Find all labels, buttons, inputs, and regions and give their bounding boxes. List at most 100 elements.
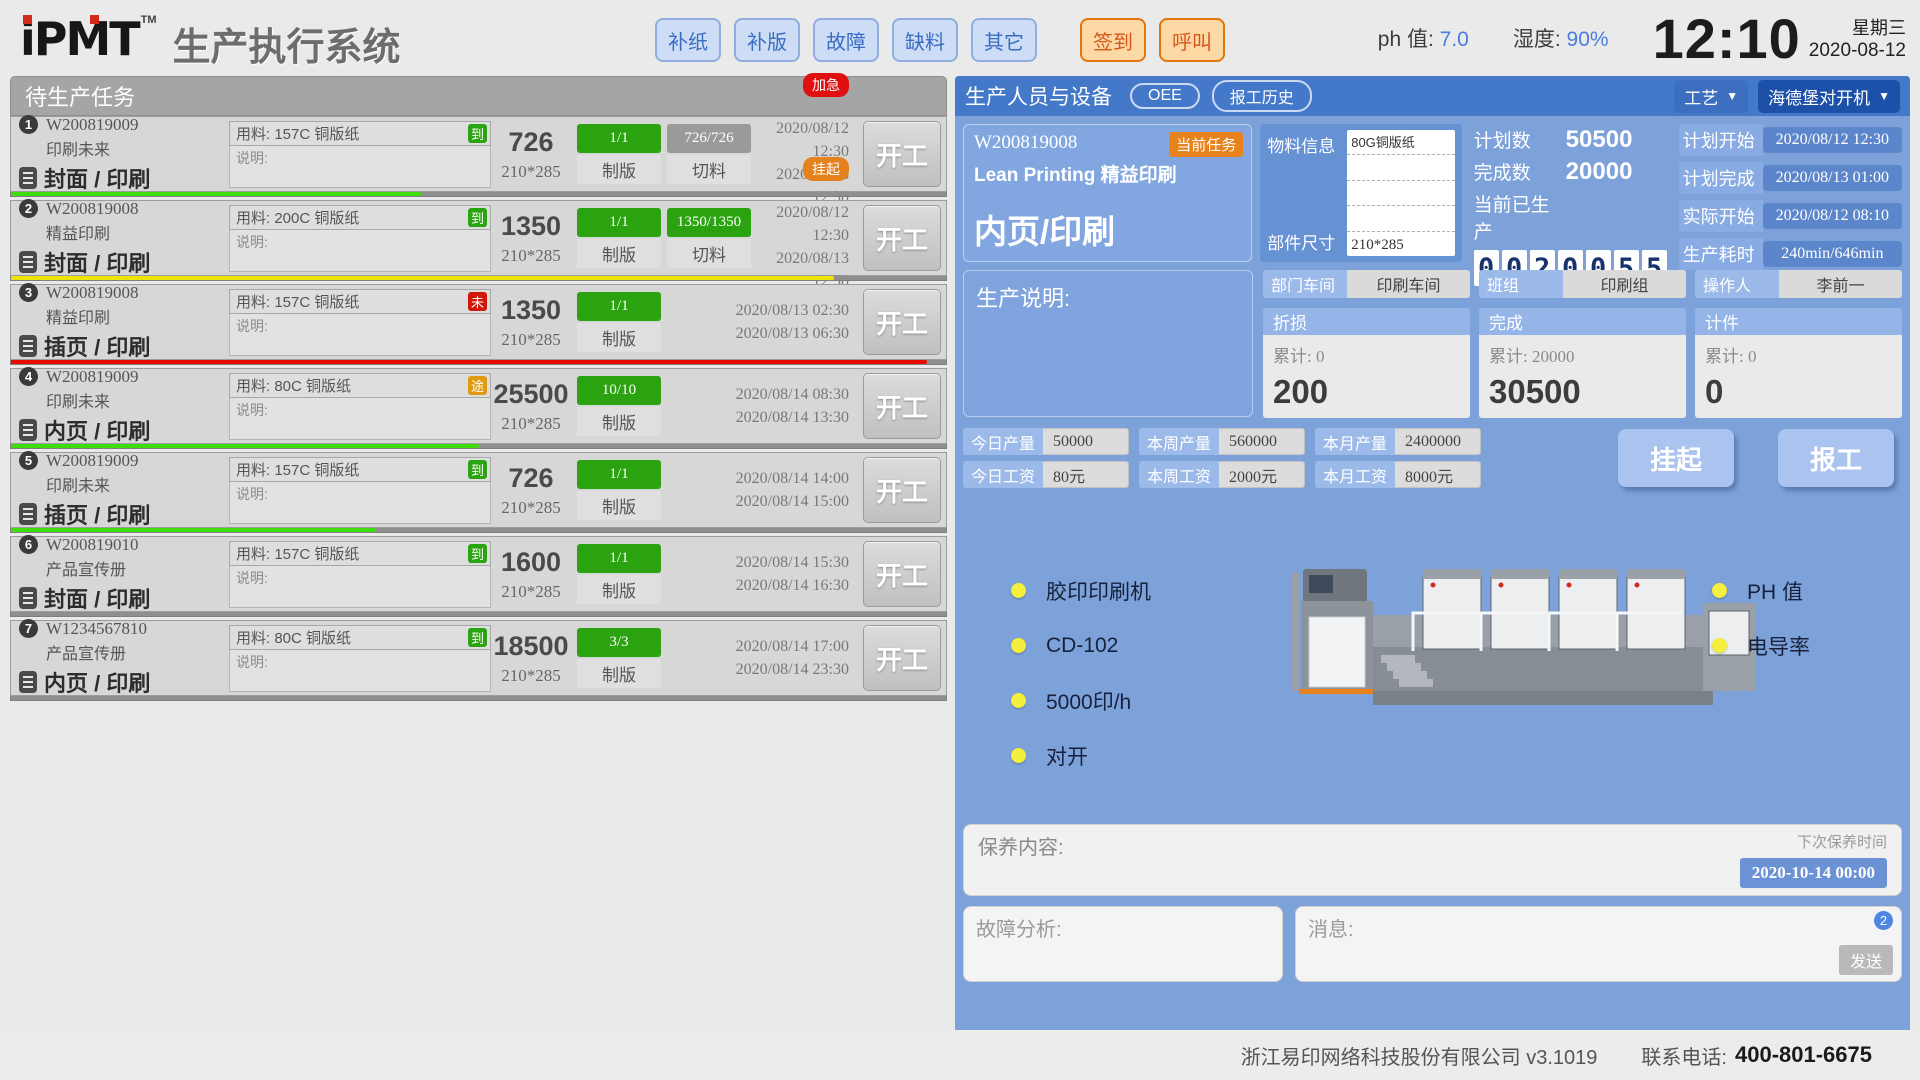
process-dropdown[interactable]: 工艺 ▼ — [1674, 80, 1748, 113]
contact-phone-label: 联系电话: — [1641, 1041, 1727, 1070]
piecework-value: 0 — [1705, 373, 1892, 411]
task-material-block: 用料: 157C 铜版纸 到 说明: — [229, 121, 491, 188]
task-identity: 7 W1234567810 产品宣传册 内页 / 印刷 — [11, 619, 229, 698]
production-note-box[interactable]: 生产说明: — [963, 270, 1253, 417]
department-value: 印刷车间 — [1347, 270, 1470, 298]
plan-start-label: 计划开始 — [1679, 124, 1763, 156]
start-work-button[interactable]: 开工 — [863, 289, 941, 355]
sign-in-button[interactable]: 签到 — [1080, 18, 1146, 62]
bullet-dot-icon — [1011, 693, 1026, 708]
plate-label: 制版 — [577, 407, 661, 436]
progress-fill — [11, 192, 422, 196]
bullet-dot-icon — [1011, 583, 1026, 598]
fault-analysis-box[interactable]: 故障分析: — [963, 906, 1283, 982]
task-product: 精益印刷 — [46, 304, 229, 328]
task-size: 210*285 — [491, 666, 571, 686]
task-material-block: 用料: 157C 铜版纸 到 说明: — [229, 541, 491, 608]
task-dates-block: 2020/08/14 08:30 2020/08/14 13:30 — [661, 383, 859, 429]
task-material-block: 用料: 157C 铜版纸 到 说明: — [229, 457, 491, 524]
task-order: W200819010 — [46, 535, 139, 555]
oee-button[interactable]: OEE — [1130, 83, 1200, 109]
task-material: 用料: 157C 铜版纸 — [236, 459, 468, 480]
conductivity-metric: 电导率 — [1747, 631, 1810, 661]
plate-count: 1/1 — [577, 460, 661, 489]
humidity-indicator: 湿度: 90% — [1513, 23, 1609, 53]
call-button[interactable]: 呼叫 — [1159, 18, 1225, 62]
plate-count: 3/3 — [577, 628, 661, 657]
elapsed-label: 生产耗时 — [1679, 238, 1763, 270]
document-icon — [19, 167, 37, 189]
cut-count: 1350/1350 — [667, 208, 751, 237]
paper-refill-button[interactable]: 补纸 — [655, 18, 721, 62]
plan-qty-value: 50500 — [1566, 126, 1633, 154]
material-shortage-button[interactable]: 缺料 — [892, 18, 958, 62]
current-task-name: Lean Printing 精益印刷 — [974, 160, 1241, 187]
start-work-button[interactable]: 开工 — [863, 541, 941, 607]
machine-speed: 5000印/h — [1046, 686, 1131, 716]
report-work-button[interactable]: 报工 — [1778, 429, 1894, 487]
other-button[interactable]: 其它 — [971, 18, 1037, 62]
clock: 12:10 — [1653, 6, 1801, 71]
logo-text: iPMT — [20, 12, 139, 66]
plate-refill-button[interactable]: 补版 — [734, 18, 800, 62]
material-info-panel: 物料信息 部件尺寸 80G铜版纸 210*285 — [1260, 124, 1461, 262]
task-part: 内页 / 印刷 — [44, 414, 150, 446]
start-work-button[interactable]: 开工 — [863, 457, 941, 523]
waste-card-title: 折损 — [1263, 308, 1470, 335]
task-row[interactable]: 6 W200819010 产品宣传册 封面 / 印刷 用料: 157C 铜版纸 … — [10, 536, 947, 612]
task-material: 用料: 157C 铜版纸 — [236, 123, 468, 144]
task-part: 封面 / 印刷 — [44, 582, 150, 614]
suspend-button[interactable]: 挂起 — [1618, 429, 1734, 487]
process-dropdown-label: 工艺 — [1684, 84, 1718, 109]
priority-badge: 加急 — [803, 73, 849, 97]
task-progress-track — [10, 276, 947, 281]
task-qty: 25500 — [491, 379, 571, 410]
department-label: 部门车间 — [1263, 270, 1347, 298]
plate-label: 制版 — [577, 239, 661, 268]
today-wage: 今日工资 80元 — [963, 461, 1129, 488]
actual-start-value: 2020/08/12 08:10 — [1763, 203, 1902, 229]
task-number-badge: 5 — [19, 451, 38, 470]
task-row[interactable]: 2 W200819008 精益印刷 封面 / 印刷 用料: 200C 铜版纸 到… — [10, 200, 947, 276]
start-work-button[interactable]: 开工 — [863, 373, 941, 439]
work-report-history-button[interactable]: 报工历史 — [1212, 80, 1312, 112]
machine-spec-list: 胶印印刷机 CD-102 5000印/h 对开 — [1011, 563, 1151, 783]
message-box[interactable]: 消息: 2 发送 — [1295, 906, 1902, 982]
material-field: 用料: 80C 铜版纸 到 — [229, 625, 491, 650]
task-row[interactable]: 1 W200819009 印刷未来 封面 / 印刷 用料: 157C 铜版纸 到… — [10, 116, 947, 192]
current-task-card[interactable]: W200819008 当前任务 Lean Printing 精益印刷 内页/印刷 — [963, 124, 1252, 262]
plate-count: 1/1 — [577, 292, 661, 321]
task-row[interactable]: 4 W200819009 印刷未来 内页 / 印刷 用料: 80C 铜版纸 途 … — [10, 368, 947, 444]
operator-field: 操作人 李前一 — [1695, 270, 1902, 298]
start-work-button[interactable]: 开工 — [863, 121, 941, 187]
task-material: 用料: 157C 铜版纸 — [236, 291, 468, 312]
task-row[interactable]: 3 W200819008 精益印刷 插页 / 印刷 用料: 157C 铜版纸 未… — [10, 284, 947, 360]
fault-button[interactable]: 故障 — [813, 18, 879, 62]
task-order: W200819008 — [46, 199, 139, 219]
task-start-date: 2020/08/12 12:30 — [751, 201, 849, 247]
task-quantity-block: 25500 210*285 — [491, 379, 571, 434]
machine-dropdown[interactable]: 海德堡对开机 ▼ — [1758, 80, 1900, 113]
task-row[interactable]: 7 W1234567810 产品宣传册 内页 / 印刷 用料: 80C 铜版纸 … — [10, 620, 947, 696]
today-output: 今日产量 50000 — [963, 428, 1129, 455]
task-row[interactable]: 5 W200819009 印刷未来 插页 / 印刷 用料: 157C 铜版纸 到… — [10, 452, 947, 528]
part-size-label: 部件尺寸 — [1267, 229, 1341, 254]
production-panel-title: 生产人员与设备 — [965, 81, 1112, 111]
next-maintenance-time[interactable]: 2020-10-14 00:00 — [1740, 858, 1887, 888]
task-start-date: 2020/08/14 17:00 — [661, 635, 849, 658]
start-work-button[interactable]: 开工 — [863, 205, 941, 271]
material-info-label: 物料信息 — [1267, 132, 1341, 157]
task-note-label: 说明: — [229, 482, 491, 524]
current-produced-label: 当前已生产 — [1474, 190, 1566, 244]
document-icon — [19, 671, 37, 693]
task-identity: 1 W200819009 印刷未来 封面 / 印刷 — [11, 115, 229, 194]
month-output: 本月产量 2400000 — [1315, 428, 1481, 455]
progress-fill — [11, 528, 376, 532]
task-qty: 1350 — [491, 295, 571, 326]
piecework-card: 计件 累计: 0 0 — [1695, 308, 1902, 418]
task-product: 印刷未来 — [46, 472, 229, 496]
task-size: 210*285 — [491, 162, 571, 182]
header-action-buttons: 补纸 补版 故障 缺料 其它 签到 呼叫 — [655, 18, 1225, 62]
start-work-button[interactable]: 开工 — [863, 625, 941, 691]
send-button[interactable]: 发送 — [1839, 945, 1893, 975]
